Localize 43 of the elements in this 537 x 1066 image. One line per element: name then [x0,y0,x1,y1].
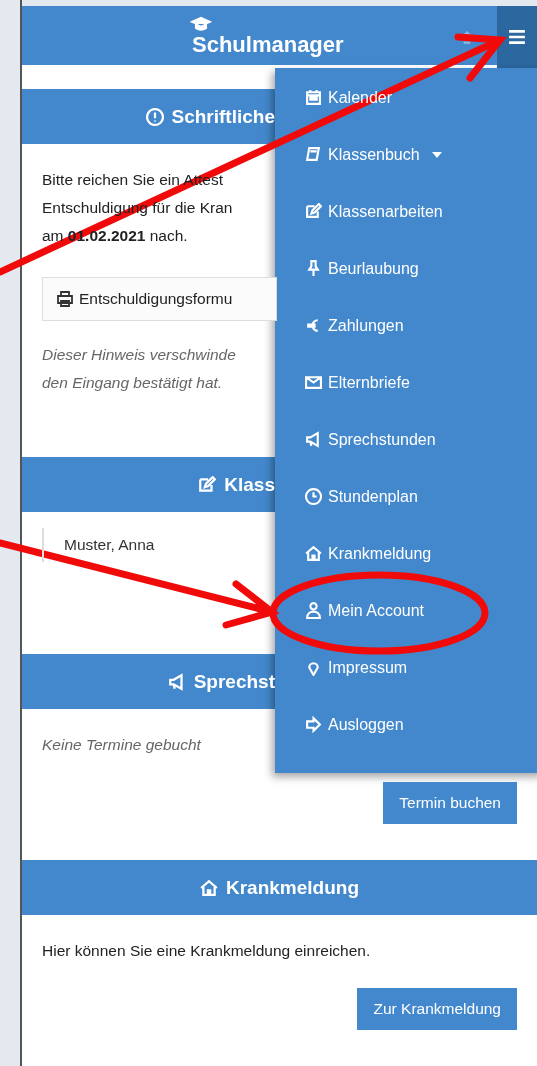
menu-item[interactable]: Elternbriefe [275,354,537,411]
menu-item[interactable]: Krankmeldung [275,525,537,582]
menu-icon [508,29,526,45]
home-icon [200,878,218,897]
edit-icon [305,203,322,220]
menu-item[interactable]: Stundenplan [275,468,537,525]
hint-text: Keine Termine gebucht [42,735,201,755]
student-name[interactable]: Muster, Anna [42,528,175,562]
envelope-icon [305,374,322,391]
card-title: Krankmeldung [226,876,359,899]
card-title: Sprechst [193,670,275,693]
calendar-icon [305,89,322,106]
clock-icon [305,488,322,505]
form-button[interactable]: Entschuldigungsformu [42,277,277,321]
graduation-cap-icon [190,16,212,32]
menu-button[interactable] [497,6,537,68]
app-title: Schulmanager [192,32,344,58]
menu-item[interactable]: Klassenarbeiten [275,183,537,240]
menu-item[interactable]: Mein Account [275,582,537,639]
menu-item[interactable]: Klassenbuch [275,126,537,183]
menu-item[interactable]: Zahlungen [275,297,537,354]
marker-icon [305,659,322,676]
user-icon [305,602,322,619]
bullhorn-icon [305,431,322,448]
menu-item[interactable]: Impressum [275,639,537,696]
home-icon [305,545,322,562]
alert-icon [145,107,164,126]
bullhorn-icon [167,672,186,691]
action-button[interactable]: Termin buchen [383,782,517,824]
card-title: Schriftliche [171,105,275,128]
body-text: Hier können Sie eine Krankmeldung einreichen. [42,941,371,961]
book-icon [305,146,322,163]
printer-icon [57,291,73,307]
pin-icon [305,260,322,277]
hint-text: Dieser Hinweis verschwinde [42,345,236,365]
card-title: Klass [224,473,275,496]
menu-item[interactable]: Ausloggen [275,696,537,753]
hint-text: den Eingang bestätigt hat. [42,373,223,393]
menu-item[interactable]: Sprechstunden [275,411,537,468]
logout-icon [305,716,322,733]
menu-item[interactable]: Beurlaubung [275,240,537,297]
action-button[interactable]: Zur Krankmeldung [357,988,517,1030]
edit-icon [198,475,217,494]
